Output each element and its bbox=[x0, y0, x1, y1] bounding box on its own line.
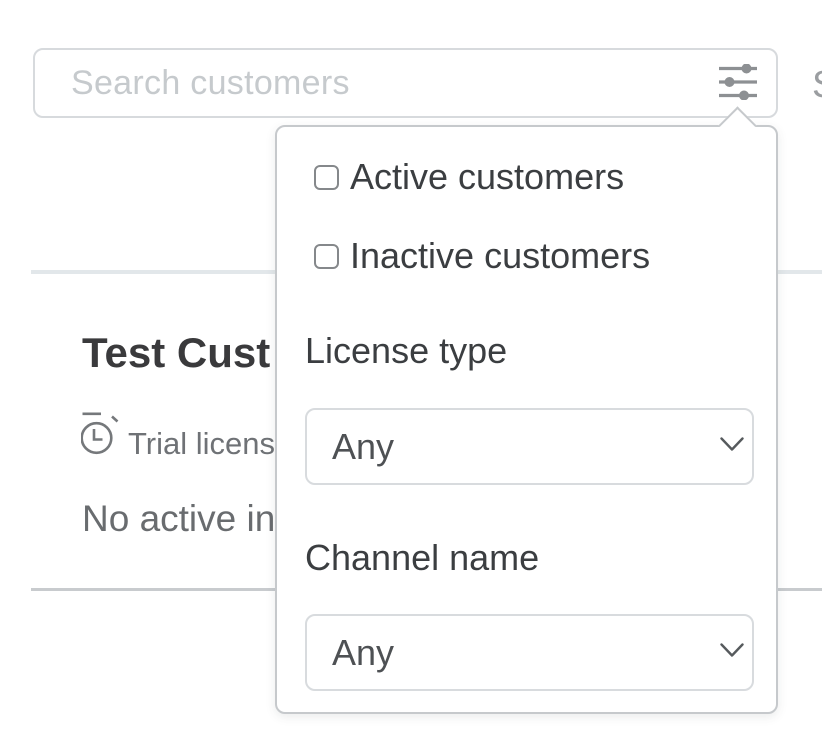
channel-name-label: Channel name bbox=[305, 537, 539, 579]
chevron-down-icon bbox=[720, 437, 744, 457]
inactive-customers-row[interactable]: Inactive customers bbox=[314, 235, 650, 277]
customer-title: Test Cust bbox=[82, 329, 270, 377]
channel-name-select[interactable]: Any bbox=[305, 614, 754, 691]
clipped-right-label: S bbox=[812, 64, 822, 107]
stopwatch-icon bbox=[81, 411, 119, 460]
select-value: Any bbox=[332, 632, 394, 674]
checkbox-label: Inactive customers bbox=[350, 235, 650, 277]
customer-status-text: No active in bbox=[82, 498, 275, 540]
select-value: Any bbox=[332, 426, 394, 468]
inactive-customers-checkbox[interactable] bbox=[314, 244, 339, 269]
license-badge-text: Trial licens bbox=[128, 426, 275, 462]
search-input[interactable] bbox=[35, 50, 776, 116]
filter-button[interactable] bbox=[710, 57, 766, 109]
active-customers-checkbox[interactable] bbox=[314, 165, 339, 190]
checkbox-label: Active customers bbox=[350, 156, 624, 198]
search-box bbox=[33, 48, 778, 118]
chevron-down-icon bbox=[720, 643, 744, 663]
active-customers-row[interactable]: Active customers bbox=[314, 156, 624, 198]
license-type-label: License type bbox=[305, 330, 507, 372]
license-type-select[interactable]: Any bbox=[305, 408, 754, 485]
sliders-icon bbox=[718, 64, 758, 103]
filter-popover: Active customers Inactive customers Lice… bbox=[275, 125, 778, 714]
